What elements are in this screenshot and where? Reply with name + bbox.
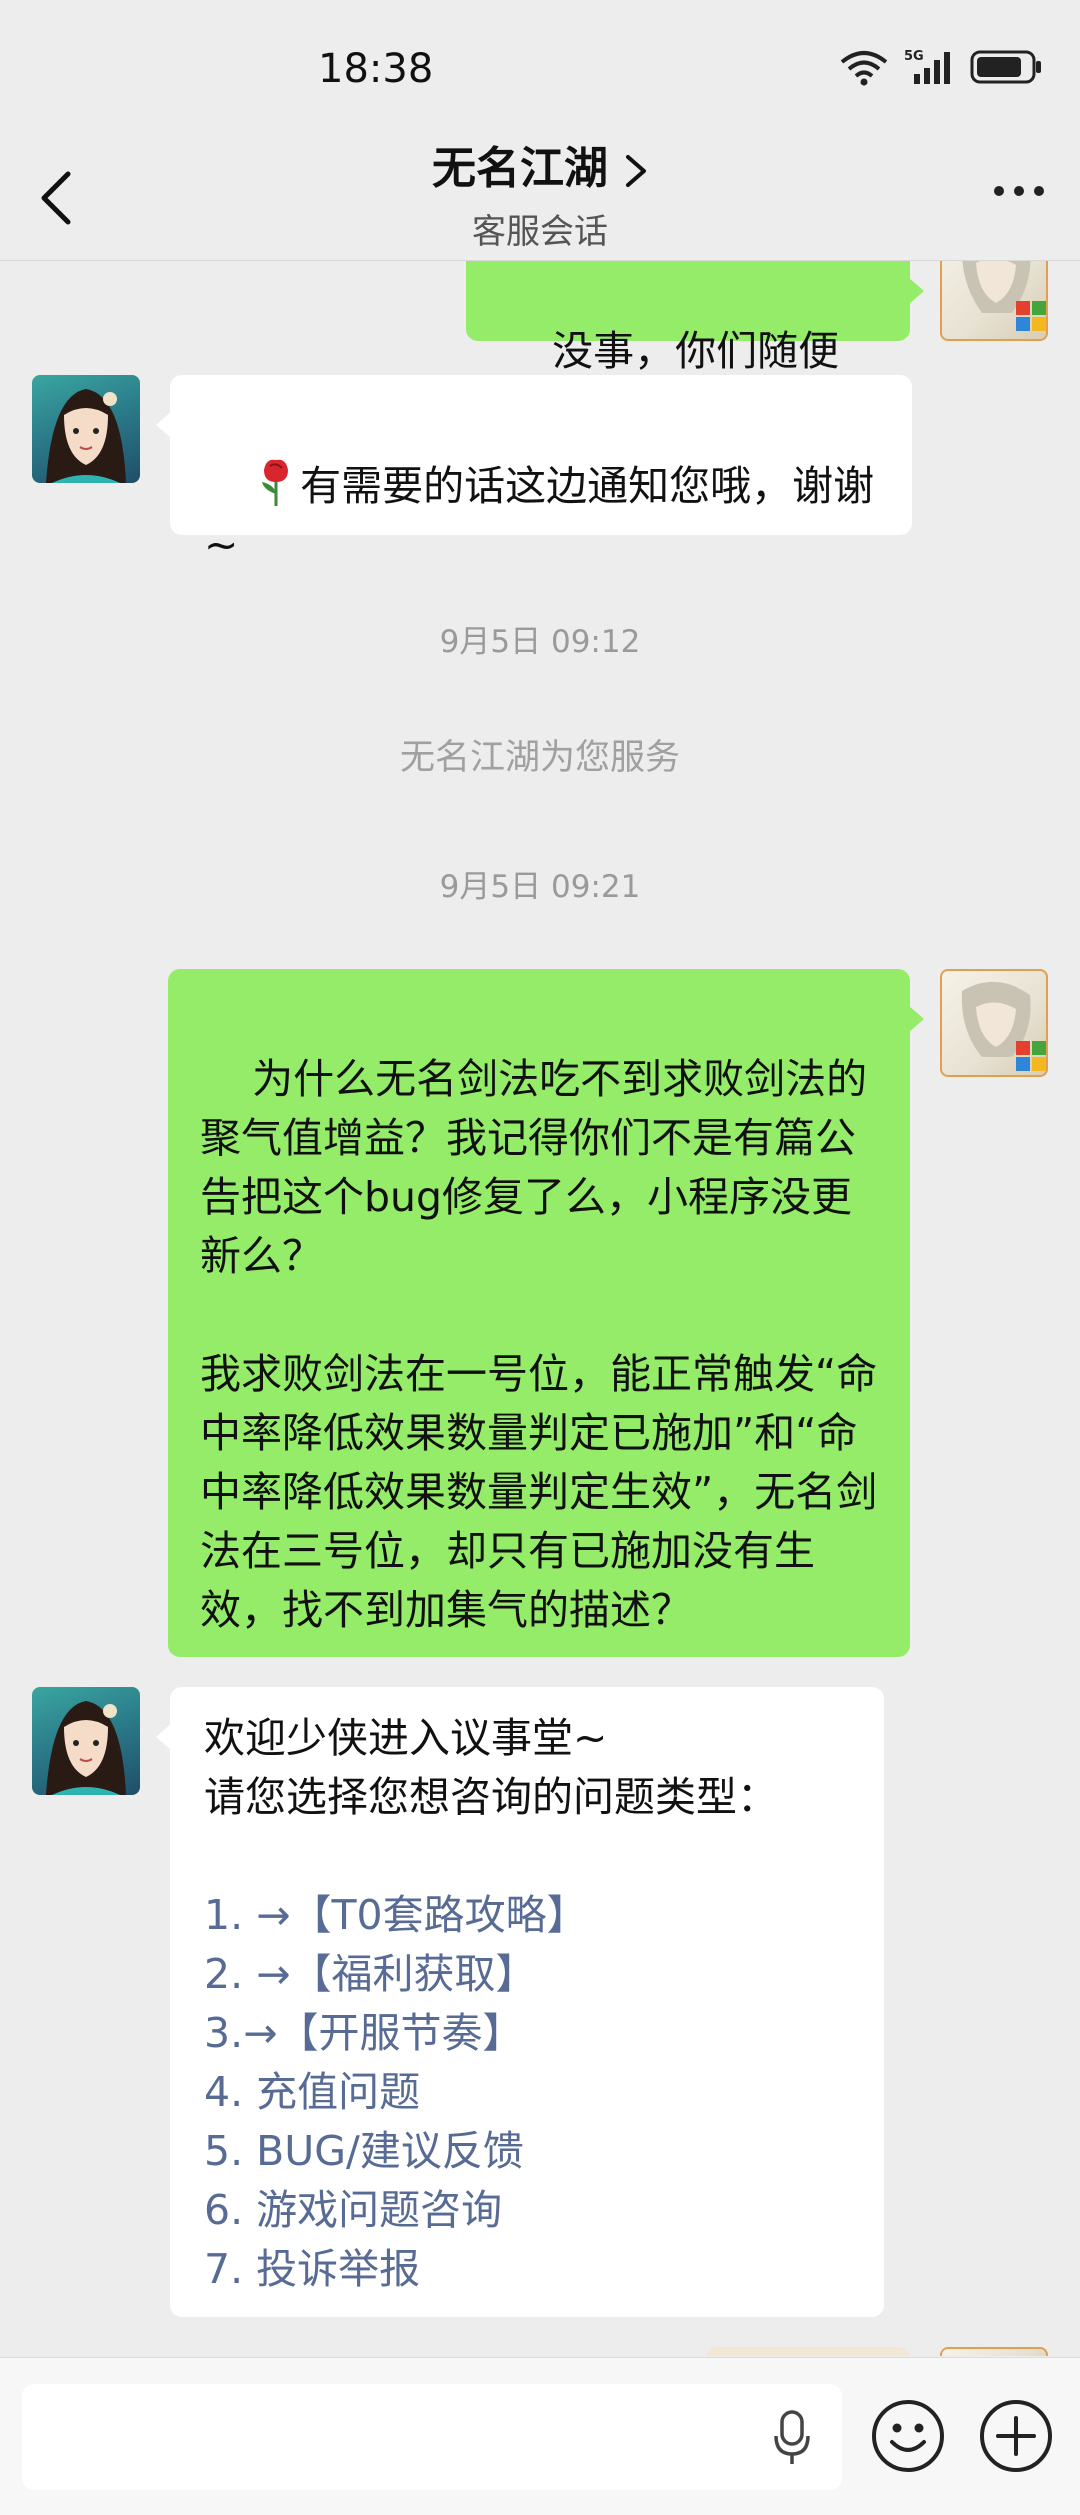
timestamp: 9月5日 09:21 — [439, 869, 641, 905]
microphone-icon[interactable] — [770, 2408, 814, 2468]
battery-icon — [970, 50, 1041, 84]
wifi-icon — [840, 51, 888, 86]
service-avatar[interactable] — [32, 375, 140, 483]
message-text: 为什么无名剑法吃不到求败剑法的聚气值增益？我记得你们不是有篇公告把这个bug修复… — [200, 1055, 878, 1634]
sent-message[interactable]: 没事，你们随便弄， — [466, 261, 924, 434]
message-text: 请您选择您想咨询的问题类型： — [204, 1773, 778, 1821]
sent-message[interactable] — [706, 2347, 910, 2356]
more-dot-icon — [1014, 186, 1024, 196]
more-dot-icon — [994, 186, 1004, 196]
avatar-image-icon — [961, 981, 1046, 1071]
menu-link[interactable]: 3.→【开服节奏】 — [204, 2004, 850, 2063]
timestamp: 9月5日 09:12 — [439, 624, 641, 660]
svg-text:5G: 5G — [904, 49, 924, 64]
rose-icon — [262, 459, 289, 506]
chat-title[interactable]: 无名江湖 — [0, 132, 1080, 196]
avatar-image-icon — [46, 389, 126, 483]
menu-link[interactable]: 6. 游戏问题咨询 — [204, 2181, 850, 2240]
received-message[interactable]: 欢迎少侠进入议事堂~ 请您选择您想咨询的问题类型： 1. →【T0套路攻略】 2… — [156, 1687, 884, 2317]
chat-title-text: 无名江湖 — [432, 143, 608, 194]
chat-subtitle: 客服会话 — [472, 212, 608, 252]
message-text: 有需要的话这边通知您哦，谢谢~ — [204, 462, 875, 569]
more-dot-icon — [1034, 186, 1044, 196]
status-time: 18:38 — [318, 46, 434, 92]
system-notice: 无名江湖为您服务 — [399, 738, 680, 778]
menu-link[interactable]: 5. BUG/建议反馈 — [204, 2122, 850, 2181]
received-message[interactable]: 有需要的话这边通知您哦，谢谢~ — [156, 375, 912, 569]
status-bar: 18:38 5G — [0, 0, 1080, 140]
message-input[interactable] — [22, 2384, 842, 2490]
emoji-icon[interactable] — [870, 2398, 946, 2474]
user-avatar[interactable] — [940, 2347, 1048, 2356]
plus-icon[interactable] — [978, 2398, 1054, 2474]
signal-icon: 5G — [904, 49, 950, 84]
message-text: 欢迎少侠进入议事堂~ — [204, 1714, 608, 1762]
menu-link[interactable]: 1. →【T0套路攻略】 — [204, 1886, 850, 1945]
chat-header: 无名江湖 客服会话 — [0, 120, 1080, 261]
user-avatar[interactable] — [940, 969, 1048, 1077]
input-bar — [0, 2357, 1080, 2515]
avatar-image-icon — [962, 261, 1046, 331]
service-avatar[interactable] — [32, 1687, 140, 1795]
menu-link[interactable]: 4. 充值问题 — [204, 2063, 850, 2122]
menu-link[interactable]: 7. 投诉举报 — [204, 2240, 850, 2299]
avatar-image-icon — [46, 1701, 126, 1795]
user-avatar[interactable] — [940, 261, 1048, 341]
sent-message[interactable]: 为什么无名剑法吃不到求败剑法的聚气值增益？我记得你们不是有篇公告把这个bug修复… — [168, 969, 924, 1657]
chevron-right-icon — [626, 155, 646, 187]
status-icons: 5G — [838, 48, 1042, 86]
menu-link[interactable]: 2. →【福利获取】 — [204, 1945, 850, 2004]
more-options-button[interactable] — [994, 186, 1044, 196]
message-list[interactable]: 没事，你们随便弄， 有需要的话这边通知您哦，谢谢~ — [0, 261, 1080, 2356]
